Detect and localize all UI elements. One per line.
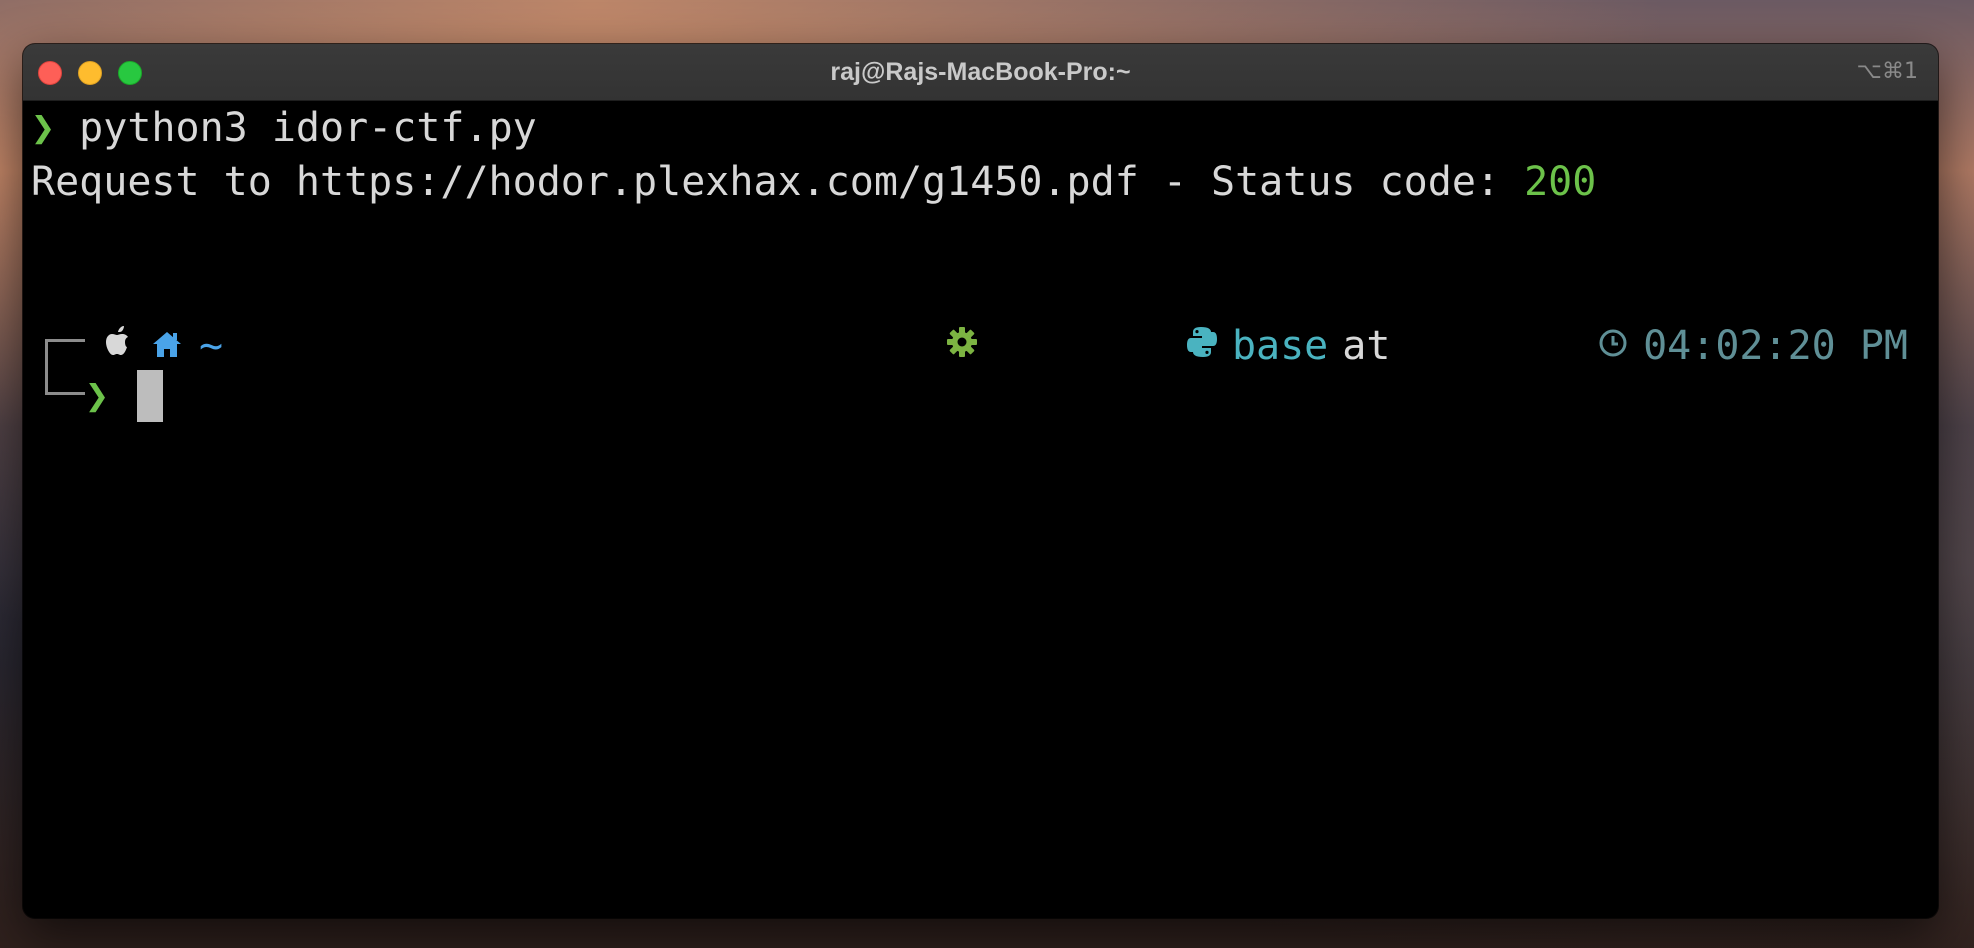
- text-cursor[interactable]: [137, 370, 164, 422]
- prompt-status-right: base at 04:02:20 PM: [753, 319, 1908, 373]
- command-prompt-arrow: ❯: [31, 105, 56, 151]
- title-bar[interactable]: raj@Rajs-MacBook-Pro:~ ⌥⌘1: [23, 44, 1938, 101]
- clock-icon: [1404, 277, 1629, 415]
- output-text: Request to https://hodor.plexhax.com/g14…: [31, 159, 1525, 205]
- prompt-time: 04:02:20 PM: [1643, 323, 1908, 369]
- apple-icon: [103, 322, 135, 370]
- conda-env-name: base: [1231, 323, 1329, 369]
- command-line: ❯ python3 idor-ctf.py: [31, 101, 537, 155]
- prompt-status-left: ~: [103, 319, 223, 373]
- terminal-content[interactable]: ❯ python3 idor-ctf.py Request to https:/…: [23, 101, 1938, 918]
- window-title: raj@Rajs-MacBook-Pro:~: [830, 58, 1131, 86]
- terminal-window: raj@Rajs-MacBook-Pro:~ ⌥⌘1 ❯ python3 ido…: [23, 44, 1938, 918]
- prompt-bracket: [45, 339, 85, 395]
- home-icon: [151, 323, 183, 369]
- window-shortcut: ⌥⌘1: [1856, 59, 1918, 84]
- output-line: Request to https://hodor.plexhax.com/g14…: [31, 155, 1596, 209]
- at-label: at: [1342, 323, 1391, 369]
- gear-icon: [753, 277, 980, 415]
- input-prompt-arrow: ❯: [85, 373, 110, 419]
- status-code: 200: [1524, 159, 1597, 205]
- python-icon: [993, 277, 1218, 415]
- current-directory: ~: [199, 323, 224, 369]
- command-text: python3 idor-ctf.py: [55, 105, 537, 151]
- input-line[interactable]: ❯: [85, 369, 164, 423]
